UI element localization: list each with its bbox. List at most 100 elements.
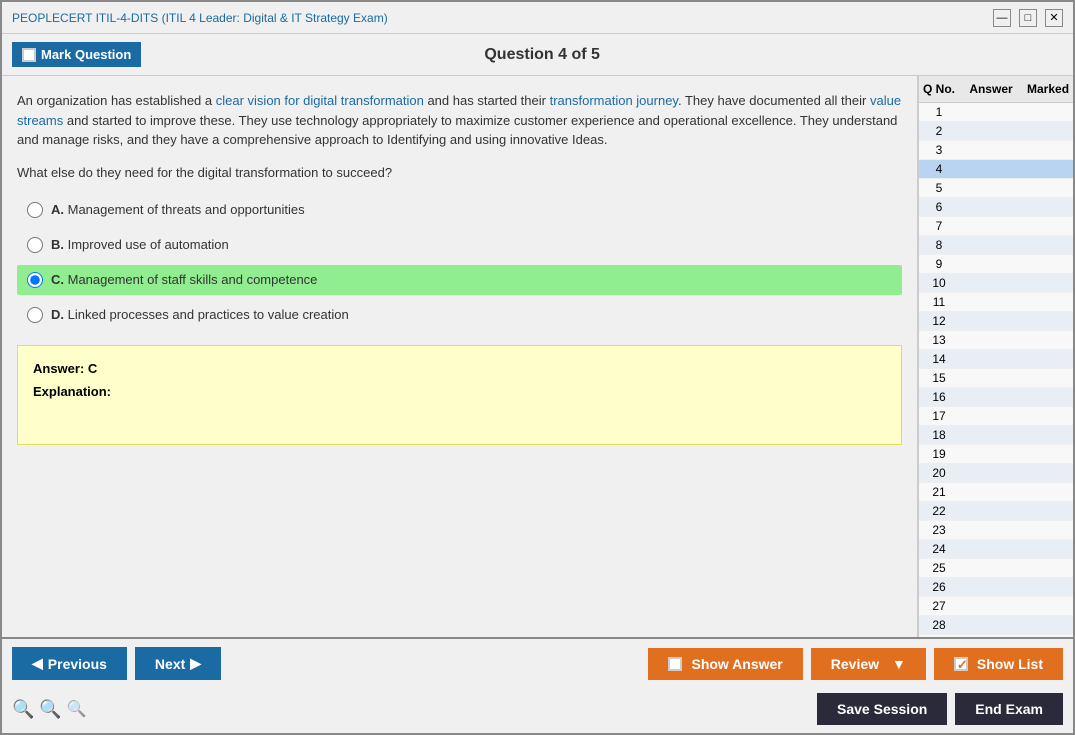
sidebar-cell-marked [1023,339,1073,341]
sidebar-cell-qno: 25 [919,560,959,576]
sidebar-row[interactable]: 8 [919,236,1073,255]
sidebar-cell-marked [1023,111,1073,113]
sidebar-row[interactable]: 1 [919,103,1073,122]
sidebar-row[interactable]: 14 [919,350,1073,369]
sidebar-cell-answer [959,472,1023,474]
title-bar: PEOPLECERT ITIL-4-DITS (ITIL 4 Leader: D… [2,2,1073,34]
sidebar-cell-answer [959,263,1023,265]
sidebar-row[interactable]: 17 [919,407,1073,426]
sidebar-cell-qno: 1 [919,104,959,120]
sidebar-row[interactable]: 18 [919,426,1073,445]
next-label: Next [155,656,185,672]
sidebar-cell-answer [959,453,1023,455]
sidebar-row[interactable]: 15 [919,369,1073,388]
sidebar-cell-answer [959,339,1023,341]
sidebar-row[interactable]: 10 [919,274,1073,293]
sidebar-row[interactable]: 20 [919,464,1073,483]
sidebar-cell-marked [1023,453,1073,455]
sidebar-cell-marked [1023,548,1073,550]
footer-right-buttons: Save Session End Exam [817,693,1063,725]
sidebar-row[interactable]: 9 [919,255,1073,274]
option-c-text: C. Management of staff skills and compet… [51,272,317,287]
sidebar-cell-marked [1023,149,1073,151]
answer-label: Answer: C [33,361,886,376]
sidebar-row[interactable]: 2 [919,122,1073,141]
review-button[interactable]: Review ▼ [811,648,926,680]
show-list-button[interactable]: ✓ Show List [934,648,1063,680]
mark-question-button[interactable]: Mark Question [12,42,141,67]
option-d[interactable]: D. Linked processes and practices to val… [17,300,902,330]
sidebar-row[interactable]: 26 [919,578,1073,597]
option-b[interactable]: B. Improved use of automation [17,230,902,260]
sidebar-cell-marked [1023,320,1073,322]
sidebar-row[interactable]: 22 [919,502,1073,521]
sidebar-cell-marked [1023,415,1073,417]
sidebar-cell-marked [1023,605,1073,607]
option-d-radio[interactable] [27,307,43,323]
sidebar-row[interactable]: 21 [919,483,1073,502]
maximize-button[interactable]: □ [1019,9,1037,27]
sidebar-cell-qno: 12 [919,313,959,329]
sidebar-row[interactable]: 7 [919,217,1073,236]
sidebar-cell-answer [959,111,1023,113]
option-c-radio[interactable] [27,272,43,288]
sidebar-cell-marked [1023,263,1073,265]
sidebar-cell-marked [1023,624,1073,626]
sidebar-cell-marked [1023,168,1073,170]
sidebar-cell-qno: 2 [919,123,959,139]
zoom-in-button[interactable]: 🔍 [12,699,34,720]
sidebar-cell-answer [959,130,1023,132]
sidebar-cell-marked [1023,510,1073,512]
minimize-button[interactable]: — [993,9,1011,27]
sidebar-row[interactable]: 13 [919,331,1073,350]
sidebar-row[interactable]: 5 [919,179,1073,198]
sidebar-cell-qno: 18 [919,427,959,443]
end-exam-button[interactable]: End Exam [955,693,1063,725]
sidebar-row[interactable]: 23 [919,521,1073,540]
sidebar-row[interactable]: 11 [919,293,1073,312]
sidebar-row[interactable]: 27 [919,597,1073,616]
sidebar-cell-marked [1023,244,1073,246]
sidebar-row[interactable]: 28 [919,616,1073,635]
close-button[interactable]: ✕ [1045,9,1063,27]
sidebar-row[interactable]: 19 [919,445,1073,464]
sidebar-cell-answer [959,605,1023,607]
option-a-radio[interactable] [27,202,43,218]
sidebar-cell-answer [959,206,1023,208]
sidebar-cell-qno: 7 [919,218,959,234]
sidebar-row[interactable]: 25 [919,559,1073,578]
sidebar-cell-marked [1023,187,1073,189]
sidebar-header: Q No. Answer Marked [919,76,1073,103]
sidebar-row[interactable]: 24 [919,540,1073,559]
sidebar-row[interactable]: 4 [919,160,1073,179]
sidebar-cell-marked [1023,301,1073,303]
sidebar-row[interactable]: 12 [919,312,1073,331]
zoom-normal-button[interactable]: 🔍 [39,699,61,720]
mark-question-label: Mark Question [41,47,131,62]
next-button[interactable]: Next ▶ [135,647,221,680]
zoom-out-button[interactable]: 🔍 [67,699,87,719]
sidebar-cell-answer [959,282,1023,284]
option-d-text: D. Linked processes and practices to val… [51,307,349,322]
sidebar-cell-answer [959,358,1023,360]
sidebar-row[interactable]: 16 [919,388,1073,407]
save-session-button[interactable]: Save Session [817,693,947,725]
sidebar-cell-answer [959,320,1023,322]
sidebar-cell-qno: 27 [919,598,959,614]
sidebar-cell-answer [959,491,1023,493]
previous-label: Previous [48,656,107,672]
sidebar-cell-answer [959,567,1023,569]
sidebar-row[interactable]: 6 [919,198,1073,217]
sidebar-cell-qno: 14 [919,351,959,367]
show-answer-button[interactable]: Show Answer [648,648,802,680]
sidebar-row[interactable]: 3 [919,141,1073,160]
option-b-radio[interactable] [27,237,43,253]
option-a[interactable]: A. Management of threats and opportuniti… [17,195,902,225]
sidebar-cell-marked [1023,472,1073,474]
answer-header: Answer [959,80,1023,98]
save-session-label: Save Session [837,701,927,717]
sidebar-cell-answer [959,244,1023,246]
previous-button[interactable]: ◀ Previous [12,647,127,680]
option-c[interactable]: C. Management of staff skills and compet… [17,265,902,295]
sidebar-cell-marked [1023,130,1073,132]
